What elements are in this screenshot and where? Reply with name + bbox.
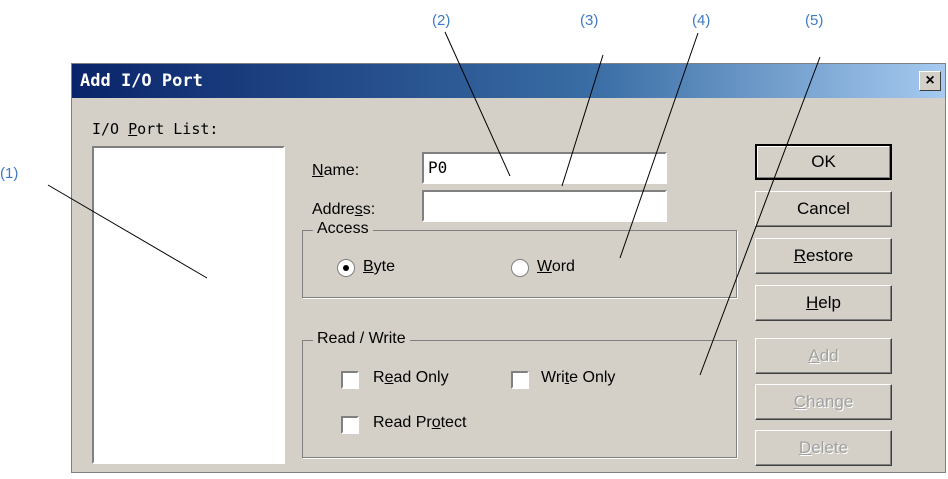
read-only-label[interactable]: Read Only (373, 369, 449, 387)
read-only-label-post: ad Only (393, 369, 449, 386)
byte-label-mnemonic: B (363, 258, 374, 275)
word-radio[interactable] (511, 259, 529, 277)
help-button[interactable]: Help (755, 285, 892, 321)
delete-button[interactable]: Delete (755, 430, 892, 466)
ok-button[interactable]: OK (755, 144, 892, 180)
delete-label-post: elete (811, 438, 849, 457)
name-label-mnemonic: N (312, 162, 324, 179)
access-legend: Access (313, 220, 373, 238)
callout-3: (3) (580, 12, 599, 29)
port-list-label-pre: I/O (92, 120, 129, 138)
address-label-pre: Addre (312, 201, 355, 218)
change-button[interactable]: Change (755, 384, 892, 420)
read-protect-label-post: tect (440, 414, 467, 431)
read-write-group: Read / Write Read Only Write Only Read P… (302, 330, 737, 458)
write-only-checkbox[interactable] (511, 371, 529, 389)
callout-2: (2) (432, 12, 451, 29)
address-label-post: s: (362, 201, 376, 218)
add-io-port-dialog: Add I/O Port × I/O Port List: Name: P0 A… (71, 63, 946, 473)
word-label-post: ord (551, 258, 575, 275)
help-mnemonic: H (806, 293, 819, 312)
change-label-post: hange (806, 392, 854, 411)
address-label-mnemonic: s (354, 201, 363, 218)
read-protect-checkbox[interactable] (341, 416, 359, 434)
callout-5: (5) (805, 12, 824, 29)
address-label: Address: (312, 201, 375, 219)
help-label-post: elp (818, 293, 841, 312)
delete-mnemonic: D (798, 438, 812, 457)
port-list-label: I/O Port List: (92, 120, 218, 138)
name-input[interactable]: P0 (422, 152, 667, 184)
io-port-list[interactable] (92, 146, 285, 464)
close-icon: × (925, 72, 935, 89)
address-input[interactable] (422, 190, 667, 222)
byte-radio[interactable] (337, 259, 355, 277)
dialog-title: Add I/O Port (80, 71, 203, 91)
restore-label-post: estore (806, 246, 854, 265)
add-label-post: dd (819, 346, 839, 365)
change-mnemonic: C (793, 392, 806, 411)
read-protect-label-pre: Read Pr (373, 414, 432, 431)
close-button[interactable]: × (919, 71, 941, 91)
restore-mnemonic: R (793, 246, 807, 265)
restore-button[interactable]: Restore (755, 238, 892, 274)
add-button[interactable]: Add (755, 338, 892, 374)
write-only-label[interactable]: Write Only (541, 369, 615, 387)
cancel-button[interactable]: Cancel (755, 191, 892, 227)
word-label-mnemonic: W (537, 258, 552, 275)
write-only-label-pre: Wri (541, 369, 565, 386)
write-only-label-post: e Only (569, 369, 616, 386)
read-protect-label-mnemonic: o (431, 414, 441, 431)
title-bar[interactable]: Add I/O Port × (72, 64, 945, 98)
read-only-checkbox[interactable] (341, 371, 359, 389)
byte-label[interactable]: Byte (363, 258, 395, 276)
read-protect-label[interactable]: Read Protect (373, 414, 466, 432)
read-only-label-pre: R (373, 369, 385, 386)
add-mnemonic: A (808, 346, 820, 365)
port-list-label-mnemonic: P (128, 120, 138, 138)
callout-4: (4) (692, 12, 711, 29)
byte-label-post: yte (373, 258, 396, 275)
callout-1: (1) (0, 165, 19, 182)
read-write-legend: Read / Write (313, 330, 410, 348)
port-list-label-post: ort List: (137, 120, 219, 138)
radio-selected-dot (343, 265, 349, 271)
access-group: Access Byte Word (302, 220, 737, 298)
word-label[interactable]: Word (537, 258, 575, 276)
name-label: Name: (312, 162, 359, 180)
name-label-post: ame: (323, 162, 360, 179)
